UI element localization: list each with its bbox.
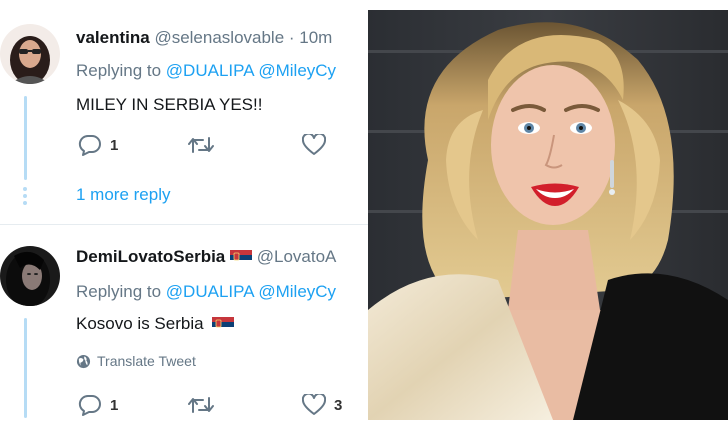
tweet1-replying-to: Replying to @DUALIPA @MileyCy xyxy=(76,61,336,81)
tweet2-handle[interactable]: @LovatoA xyxy=(257,247,337,266)
retweet-button[interactable] xyxy=(188,394,222,416)
tweet2-text: Kosovo is Serbia xyxy=(76,314,204,333)
replying-to-label: Replying to xyxy=(76,282,162,301)
serbia-flag-icon xyxy=(230,250,252,266)
reply-button[interactable]: 1 xyxy=(78,134,118,156)
retweet-button[interactable] xyxy=(188,134,222,156)
mention-dualipa[interactable]: @DUALIPA xyxy=(166,282,254,301)
tweet-divider xyxy=(0,224,368,225)
translate-label: Translate Tweet xyxy=(97,353,196,369)
like-button[interactable]: 3 xyxy=(302,394,342,416)
tweet2-actions: 1 3 xyxy=(76,394,368,420)
avatar-demilovatoserbia[interactable] xyxy=(0,246,60,306)
tweet1-header: valentina @selenaslovable · 10m xyxy=(76,28,332,48)
portrait-photo xyxy=(368,10,728,420)
more-replies-link[interactable]: 1 more reply xyxy=(76,185,170,205)
tweet1-handle-time[interactable]: @selenaslovable · 10m xyxy=(154,28,332,47)
retweet-icon xyxy=(188,137,214,153)
tweet2-reply-count: 1 xyxy=(110,396,119,414)
tweet2-header: DemiLovatoSerbia @LovatoA xyxy=(76,247,336,267)
heart-icon xyxy=(302,134,326,155)
twitter-thread-panel: valentina @selenaslovable · 10m Replying… xyxy=(0,0,368,430)
reply-icon xyxy=(78,394,101,416)
avatar-valentina[interactable] xyxy=(0,24,60,84)
retweet-icon xyxy=(188,397,214,413)
tweet1-display-name[interactable]: valentina xyxy=(76,28,150,47)
tweet1-actions: 1 xyxy=(76,134,368,160)
tweet1-text: MILEY IN SERBIA YES!! xyxy=(76,95,263,114)
thread-connector-line xyxy=(24,96,27,180)
like-button[interactable] xyxy=(302,134,334,156)
mention-dualipa[interactable]: @DUALIPA xyxy=(166,61,254,80)
tweet2-display-name[interactable]: DemiLovatoSerbia xyxy=(76,247,225,266)
translate-tweet-link[interactable]: Translate Tweet xyxy=(76,353,196,369)
tweet1-reply-count: 1 xyxy=(110,136,119,154)
reply-icon xyxy=(78,134,101,156)
heart-icon xyxy=(302,394,326,415)
mention-mileycyrus[interactable]: @MileyCy xyxy=(258,61,336,80)
tweet2-like-count: 3 xyxy=(334,396,343,414)
tweet2-replying-to: Replying to @DUALIPA @MileyCy xyxy=(76,282,336,302)
serbia-flag-icon xyxy=(212,317,235,333)
reply-button[interactable]: 1 xyxy=(78,394,118,416)
thread-connector-line-2 xyxy=(24,318,27,418)
more-replies-dots xyxy=(22,187,28,208)
globe-icon xyxy=(76,354,91,368)
replying-to-label: Replying to xyxy=(76,61,162,80)
mention-mileycyrus[interactable]: @MileyCy xyxy=(258,282,336,301)
tweet2-text-row: Kosovo is Serbia xyxy=(76,314,235,334)
